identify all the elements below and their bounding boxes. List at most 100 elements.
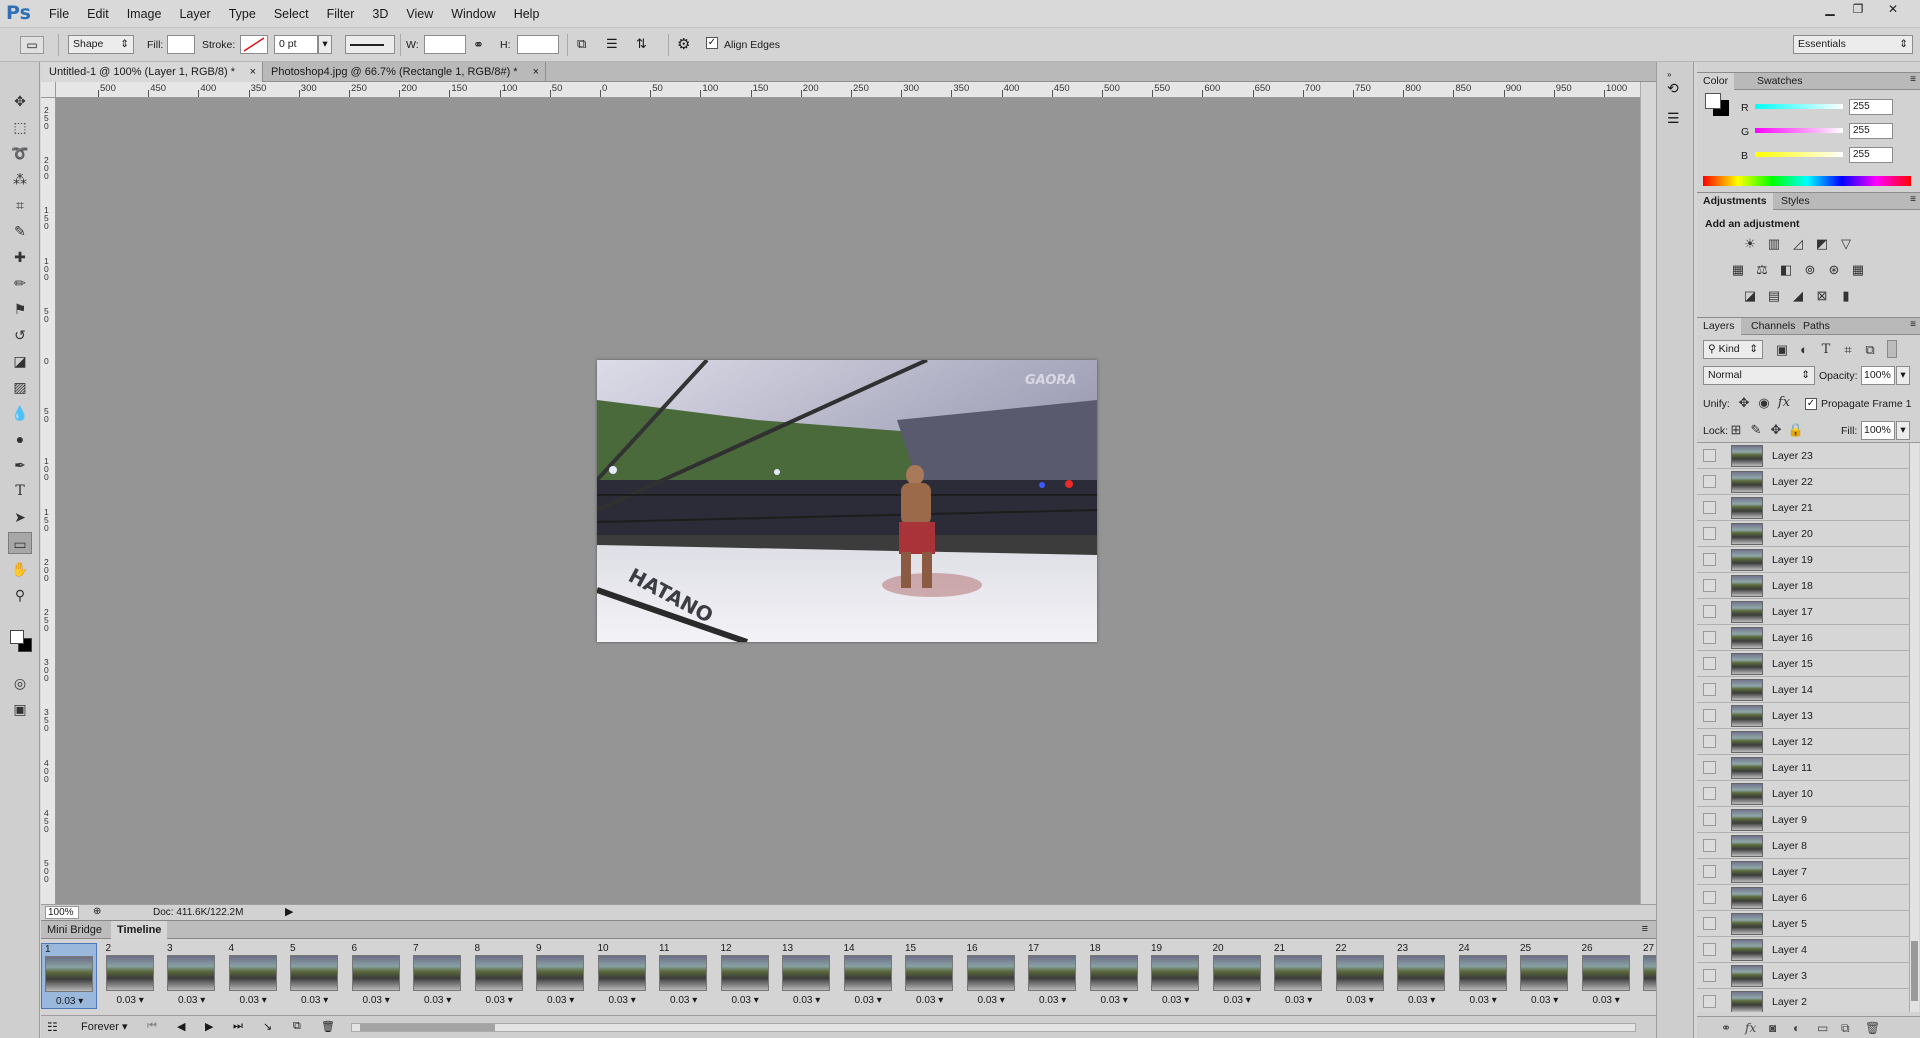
tab-photoshop4[interactable]: Photoshop4.jpg @ 66.7% (Rectangle 1, RGB… — [263, 62, 546, 82]
frame-delay-select[interactable]: 0.03 ▾ — [855, 995, 882, 1006]
frame-delay-select[interactable]: 0.03 ▾ — [1224, 995, 1251, 1006]
animation-frame[interactable]: 24 0.03 ▾ — [1456, 943, 1512, 1009]
new-group-icon[interactable]: ▭ — [1817, 1021, 1828, 1035]
foreground-color-swatch[interactable] — [10, 630, 24, 644]
layer-row[interactable]: Layer 18 — [1697, 573, 1910, 599]
frame-delay-select[interactable]: 0.03 ▾ — [363, 995, 390, 1006]
animation-frame[interactable]: 23 0.03 ▾ — [1394, 943, 1450, 1009]
frame-delay-select[interactable]: 0.03 ▾ — [56, 996, 83, 1007]
layer-row[interactable]: Layer 21 — [1697, 495, 1910, 521]
tween-icon[interactable]: ↘ — [263, 1020, 272, 1033]
frame-delay-select[interactable]: 0.03 ▾ — [1101, 995, 1128, 1006]
marquee-tool-icon[interactable]: ⬚ — [8, 116, 32, 138]
visibility-toggle[interactable] — [1703, 969, 1716, 982]
layer-filter-kind-select[interactable]: ⚲ Kind ⇕ — [1703, 340, 1763, 359]
frame-delay-select[interactable]: 0.03 ▾ — [793, 995, 820, 1006]
visibility-toggle[interactable] — [1703, 943, 1716, 956]
layer-row[interactable]: Layer 12 — [1697, 729, 1910, 755]
color-spectrum-bar[interactable] — [1703, 176, 1911, 186]
path-arrangement-icon[interactable]: ⇅ — [636, 36, 647, 52]
animation-frame[interactable]: 20 0.03 ▾ — [1210, 943, 1266, 1009]
animation-frame[interactable]: 12 0.03 ▾ — [718, 943, 774, 1009]
foreground-color-swatch[interactable] — [1705, 93, 1721, 109]
tab-paths[interactable]: Paths — [1797, 318, 1836, 335]
menu-file[interactable]: File — [40, 6, 78, 22]
animation-frame[interactable]: 13 0.03 ▾ — [779, 943, 835, 1009]
link-layers-icon[interactable]: ⚭ — [1721, 1021, 1731, 1035]
frame-delay-select[interactable]: 0.03 ▾ — [1531, 995, 1558, 1006]
menu-3d[interactable]: 3D — [363, 6, 397, 22]
add-mask-icon[interactable]: ◙ — [1769, 1021, 1776, 1035]
layer-row[interactable]: Layer 2 — [1697, 989, 1910, 1012]
animation-frame[interactable]: 2 0.03 ▾ — [103, 943, 159, 1009]
close-window-button[interactable]: ✕ — [1873, 0, 1913, 18]
layer-row[interactable]: Layer 4 — [1697, 937, 1910, 963]
layer-row[interactable]: Layer 13 — [1697, 703, 1910, 729]
selective-color-icon[interactable]: ⊠ — [1813, 288, 1831, 304]
visibility-toggle[interactable] — [1703, 761, 1716, 774]
stroke-width-dropdown[interactable]: ▾ — [318, 35, 332, 54]
unify-style-icon[interactable]: fx — [1775, 395, 1793, 411]
close-tab-icon[interactable]: × — [250, 62, 256, 82]
fill-swatch[interactable] — [167, 35, 195, 54]
horizontal-ruler[interactable]: 500 450 400 350 300 250 200 150 100 50 0 50 100 150 20… — [56, 82, 1640, 98]
clone-stamp-tool-icon[interactable]: ⚑ — [8, 298, 32, 320]
animation-frame[interactable]: 19 0.03 ▾ — [1148, 943, 1204, 1009]
healing-brush-tool-icon[interactable]: ✚ — [8, 246, 32, 268]
previous-frame-icon[interactable]: ◀ — [177, 1020, 185, 1033]
tab-adjustments[interactable]: Adjustments — [1697, 193, 1773, 210]
green-slider[interactable] — [1755, 128, 1843, 133]
animation-frame[interactable]: 8 0.03 ▾ — [472, 943, 528, 1009]
visibility-toggle[interactable] — [1703, 709, 1716, 722]
black-white-icon[interactable]: ◧ — [1777, 262, 1795, 278]
animation-frame[interactable]: 16 0.03 ▾ — [964, 943, 1020, 1009]
blur-tool-icon[interactable]: 💧 — [8, 402, 32, 424]
frame-delay-select[interactable]: 0.03 ▾ — [1162, 995, 1189, 1006]
path-selection-tool-icon[interactable]: ➤ — [8, 506, 32, 528]
visibility-toggle[interactable] — [1703, 527, 1716, 540]
filter-shape-icon[interactable]: ⌗ — [1839, 342, 1857, 358]
visibility-toggle[interactable] — [1703, 605, 1716, 618]
layer-row[interactable]: Layer 10 — [1697, 781, 1910, 807]
next-frame-icon[interactable]: ⏭ — [233, 1020, 243, 1033]
blend-mode-select[interactable]: Normal ⇕ — [1703, 366, 1815, 385]
height-input[interactable] — [517, 35, 559, 54]
frame-delay-select[interactable]: 0.03 ▾ — [609, 995, 636, 1006]
animation-frame[interactable]: 14 0.03 ▾ — [841, 943, 897, 1009]
visibility-toggle[interactable] — [1703, 995, 1716, 1008]
vibrance-icon[interactable]: ▽ — [1837, 236, 1855, 252]
animation-frame[interactable]: 15 0.03 ▾ — [902, 943, 958, 1009]
duplicate-frame-icon[interactable]: ⧉ — [293, 1020, 301, 1033]
opacity-dropdown[interactable]: ▾ — [1896, 366, 1910, 385]
crop-tool-icon[interactable]: ⌗ — [8, 194, 32, 216]
lasso-tool-icon[interactable]: ➰ — [8, 142, 32, 164]
gradient-map-icon[interactable]: ▮ — [1837, 288, 1855, 304]
visibility-toggle[interactable] — [1703, 501, 1716, 514]
unify-visibility-icon[interactable]: ◉ — [1755, 395, 1773, 411]
frames-scroll-thumb[interactable] — [360, 1024, 495, 1031]
rectangle-tool-icon[interactable]: ▭ — [8, 532, 32, 554]
lock-transparent-icon[interactable]: ⊞ — [1727, 422, 1745, 438]
animation-frame[interactable]: 17 0.03 ▾ — [1025, 943, 1081, 1009]
invert-icon[interactable]: ◪ — [1741, 288, 1759, 304]
visibility-toggle[interactable] — [1703, 475, 1716, 488]
link-icon[interactable]: ⚭ — [473, 37, 484, 53]
width-input[interactable] — [424, 35, 466, 54]
tab-layers[interactable]: Layers — [1697, 318, 1741, 335]
hue-saturation-icon[interactable]: ▦ — [1729, 262, 1747, 278]
visibility-toggle[interactable] — [1703, 813, 1716, 826]
animation-frame[interactable]: 26 0.03 ▾ — [1579, 943, 1635, 1009]
color-lookup-icon[interactable]: ▦ — [1849, 262, 1867, 278]
type-tool-icon[interactable]: T — [8, 480, 32, 502]
animation-frame[interactable]: 1 0.03 ▾ — [41, 943, 97, 1009]
frame-delay-select[interactable]: 0.03 ▾ — [117, 995, 144, 1006]
path-operations-icon[interactable]: ⧉ — [577, 36, 586, 52]
levels-icon[interactable]: ▥ — [1765, 236, 1783, 252]
propagate-frame-checkbox[interactable]: ✓ — [1805, 398, 1817, 410]
layer-row[interactable]: Layer 17 — [1697, 599, 1910, 625]
convert-timeline-icon[interactable]: ☷ — [47, 1020, 58, 1034]
close-tab-icon[interactable]: × — [533, 62, 539, 82]
history-brush-tool-icon[interactable]: ↺ — [8, 324, 32, 346]
menu-view[interactable]: View — [397, 6, 442, 22]
brush-tool-icon[interactable]: ✏ — [8, 272, 32, 294]
